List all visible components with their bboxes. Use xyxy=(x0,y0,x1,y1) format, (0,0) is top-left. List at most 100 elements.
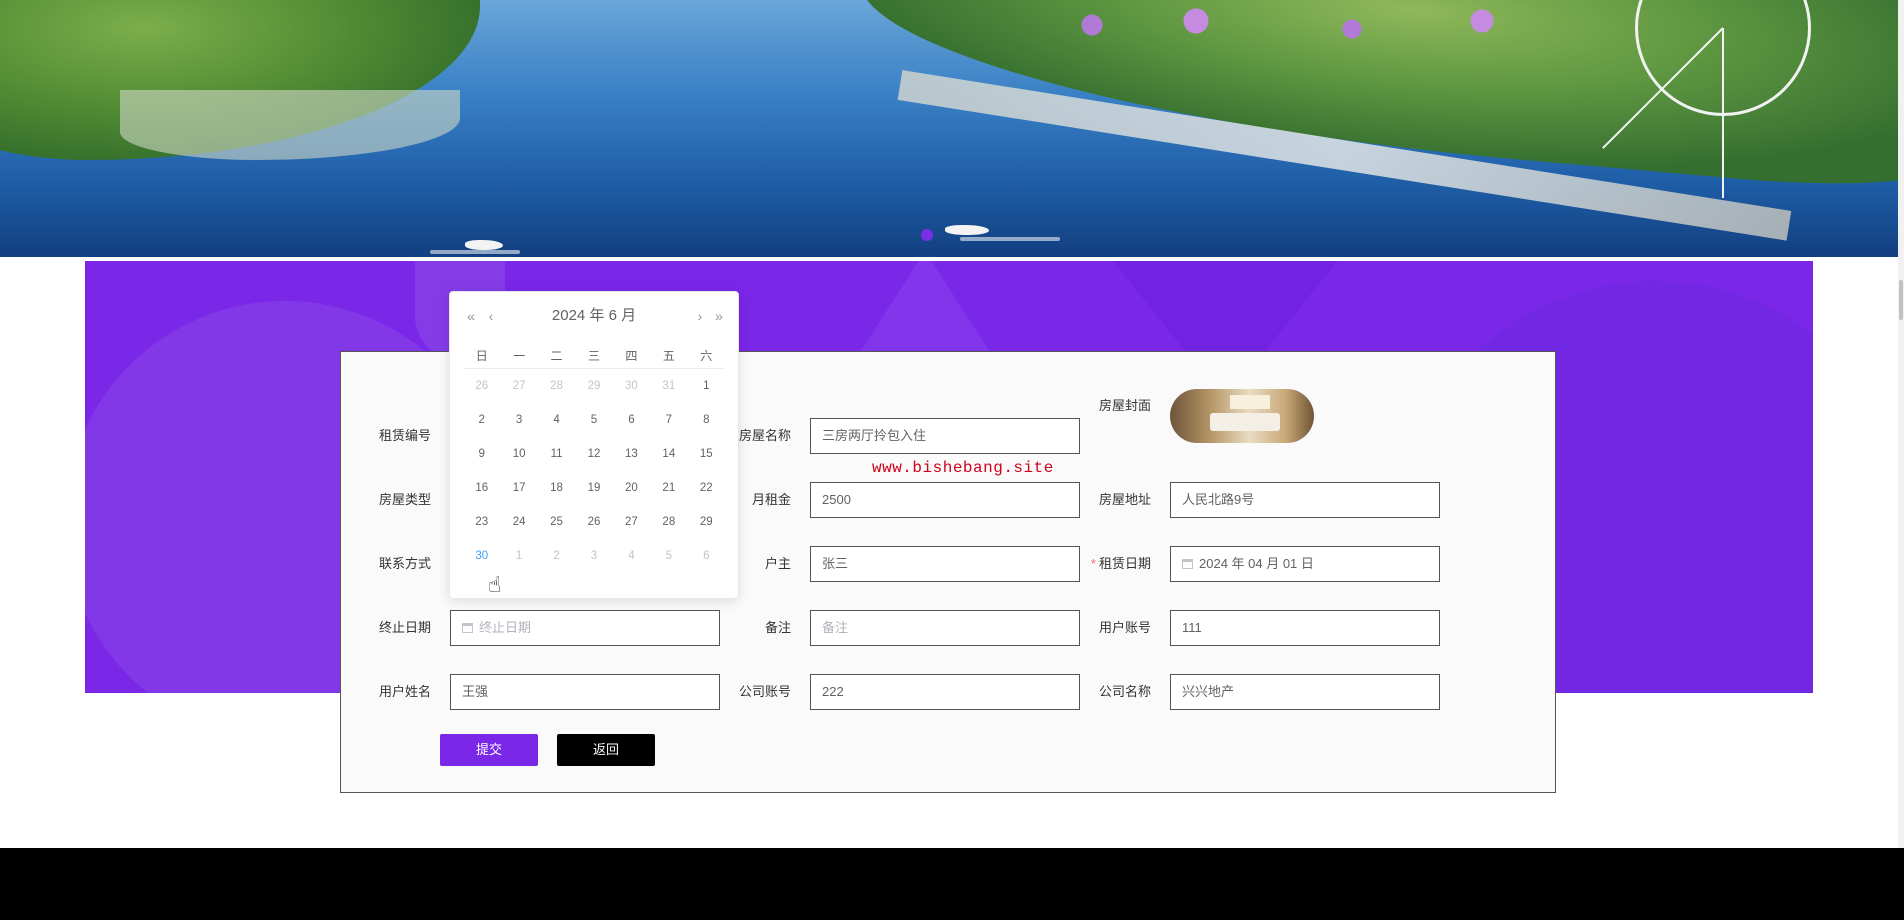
scrollbar-thumb[interactable] xyxy=(1899,280,1903,320)
user-account-input[interactable]: 111 xyxy=(1170,610,1440,646)
boat-wake xyxy=(430,250,520,254)
calendar-day[interactable]: 4 xyxy=(538,403,575,437)
next-year-icon[interactable]: » xyxy=(712,304,726,328)
calendar-day[interactable]: 19 xyxy=(575,471,612,505)
calendar-week-row: 26 27 28 29 30 31 1 xyxy=(463,369,725,404)
calendar-day[interactable]: 6 xyxy=(613,403,650,437)
weekday-label: 五 xyxy=(650,342,688,369)
vertical-scrollbar[interactable] xyxy=(1898,0,1904,848)
label-end-date: 终止日期 xyxy=(378,620,431,635)
calendar-week-row: 23 24 25 26 27 28 29 xyxy=(463,505,725,539)
company-account-input[interactable]: 222 xyxy=(810,674,1080,710)
date-picker-header: « ‹ 2024 年 6 月 › » xyxy=(450,304,738,328)
date-picker-popup: « ‹ 2024 年 6 月 › » 日一二三四五六 26 27 28 29 30 31 1… xyxy=(449,291,739,599)
banner-beach xyxy=(120,90,460,160)
house-address-input[interactable]: 人民北路9号 xyxy=(1170,482,1440,518)
calendar-day[interactable]: 1 xyxy=(688,369,725,404)
calendar-day[interactable]: 2 xyxy=(538,539,575,573)
user-name-input[interactable]: 王强 xyxy=(450,674,720,710)
watermark-text: www.bishebang.site xyxy=(872,459,1054,477)
end-date-picker[interactable]: 终止日期 xyxy=(450,610,720,646)
calendar-day[interactable]: 21 xyxy=(650,471,687,505)
calendar-week-row: 16 17 18 19 20 21 22 xyxy=(463,471,725,505)
weekday-label: 二 xyxy=(537,342,576,369)
remarks-input[interactable]: 备注 xyxy=(810,610,1080,646)
calendar-day[interactable]: 23 xyxy=(463,505,500,539)
calendar-day[interactable]: 12 xyxy=(575,437,612,471)
calendar-day[interactable]: 31 xyxy=(650,369,687,404)
hand-pointer-icon: ☝ xyxy=(488,572,502,597)
cover-window xyxy=(1230,395,1270,409)
carousel-dot-icon[interactable] xyxy=(921,229,933,241)
rental-date-label-text: 租赁日期 xyxy=(1098,556,1151,571)
next-month-icon[interactable]: › xyxy=(693,304,707,328)
weekday-label: 四 xyxy=(612,342,651,369)
calendar-day[interactable]: 5 xyxy=(650,539,687,573)
boat xyxy=(465,240,503,250)
owner-input[interactable]: 张三 xyxy=(810,546,1080,582)
calendar-day[interactable]: 3 xyxy=(500,403,537,437)
required-mark: * xyxy=(1090,556,1096,571)
calendar-day[interactable]: 26 xyxy=(575,505,612,539)
calendar-day[interactable]: 25 xyxy=(538,505,575,539)
calendar-week-row: 30 1 2 3 4 5 6 xyxy=(463,539,725,573)
label-house-type: 房屋类型 xyxy=(378,492,431,507)
rental-date-value: 2024 年 04 月 01 日 xyxy=(1199,556,1314,571)
calendar-grid: 日一二三四五六 26 27 28 29 30 31 1 2 3 4 5 6 7 8 9 10 11 12 13 14 1… xyxy=(463,342,725,573)
end-date-placeholder: 终止日期 xyxy=(479,620,532,635)
calendar-day[interactable]: 7 xyxy=(650,403,687,437)
calendar-day[interactable]: 16 xyxy=(463,471,500,505)
calendar-day-today[interactable]: 30 xyxy=(463,539,500,573)
weekday-label: 一 xyxy=(500,342,538,369)
monthly-rent-input[interactable]: 2500 xyxy=(810,482,1080,518)
submit-button[interactable]: 提交 xyxy=(440,734,538,766)
calendar-day[interactable]: 14 xyxy=(650,437,687,471)
boat xyxy=(945,225,989,235)
calendar-day[interactable]: 29 xyxy=(575,369,612,404)
calendar-day[interactable]: 29 xyxy=(688,505,725,539)
calendar-week-row: 9 10 11 12 13 14 15 xyxy=(463,437,725,471)
calendar-day[interactable]: 22 xyxy=(688,471,725,505)
calendar-day[interactable]: 18 xyxy=(538,471,575,505)
calendar-day[interactable]: 20 xyxy=(613,471,650,505)
label-rental-id: 租赁编号 xyxy=(378,428,431,443)
company-name-input[interactable]: 兴兴地产 xyxy=(1170,674,1440,710)
calendar-day[interactable]: 27 xyxy=(613,505,650,539)
label-company-account: 公司账号 xyxy=(738,684,791,699)
calendar-day[interactable]: 15 xyxy=(688,437,725,471)
calendar-week-row: 2345678 xyxy=(463,403,725,437)
calendar-day[interactable]: 27 xyxy=(500,369,537,404)
calendar-day[interactable]: 9 xyxy=(463,437,500,471)
calendar-day[interactable]: 5 xyxy=(575,403,612,437)
calendar-day[interactable]: 28 xyxy=(650,505,687,539)
calendar-day[interactable]: 26 xyxy=(463,369,500,404)
weekday-label: 日 xyxy=(463,342,501,369)
calendar-day[interactable]: 28 xyxy=(538,369,575,404)
label-rental-date: * 租赁日期 xyxy=(1061,546,1151,582)
calendar-day[interactable]: 1 xyxy=(500,539,537,573)
rental-date-picker[interactable]: 2024 年 04 月 01 日 xyxy=(1170,546,1440,582)
label-user-name: 用户姓名 xyxy=(378,684,431,699)
calendar-day[interactable]: 8 xyxy=(688,403,725,437)
calendar-day[interactable]: 30 xyxy=(613,369,650,404)
calendar-day[interactable]: 6 xyxy=(688,539,725,573)
calendar-day[interactable]: 2 xyxy=(463,403,500,437)
calendar-day[interactable]: 24 xyxy=(500,505,537,539)
calendar-icon xyxy=(1182,559,1193,569)
house-name-input[interactable]: 三房两厅拎包入住 xyxy=(810,418,1080,454)
weekday-label: 三 xyxy=(575,342,613,369)
back-button[interactable]: 返回 xyxy=(557,734,655,766)
calendar-day[interactable]: 13 xyxy=(613,437,650,471)
calendar-day[interactable]: 17 xyxy=(500,471,537,505)
calendar-day[interactable]: 10 xyxy=(500,437,537,471)
banner-flowers xyxy=(1040,5,1560,45)
calendar-day[interactable]: 3 xyxy=(575,539,612,573)
label-contact: 联系方式 xyxy=(378,556,431,571)
calendar-day[interactable]: 11 xyxy=(538,437,575,471)
label-house-cover: 房屋封面 xyxy=(1098,398,1151,413)
calendar-day[interactable]: 4 xyxy=(613,539,650,573)
boat-wake xyxy=(960,237,1060,241)
house-cover-image[interactable] xyxy=(1170,389,1314,443)
label-remarks: 备注 xyxy=(764,620,791,635)
weekday-label: 六 xyxy=(687,342,725,369)
